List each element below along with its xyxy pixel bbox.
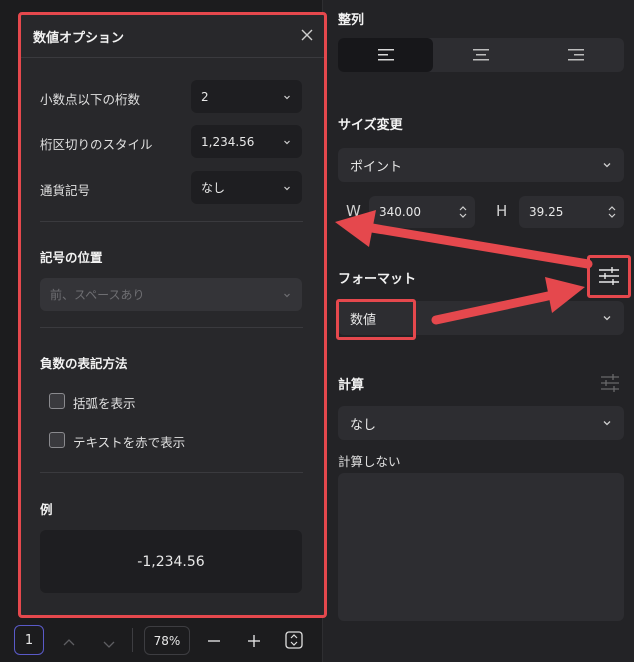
chevron-down-icon [284,186,290,190]
chevron-up-icon [63,639,75,646]
symbol-position-dropdown[interactable]: 前、スペースあり [40,278,302,311]
plus-icon [248,635,260,647]
zoom-in-button[interactable] [247,633,261,652]
arrow-head-right [545,277,585,313]
toolbar-divider [132,628,133,652]
arrow-to-dialog [367,223,593,269]
fit-page-button[interactable] [285,631,303,653]
example-value: -1,234.56 [137,553,205,570]
separator-value: 1,234.56 [201,134,255,149]
arrow-head-left [335,210,376,247]
next-page-button[interactable] [102,635,116,654]
currency-value: なし [201,181,226,195]
symbol-position-title: 記号の位置 [40,250,103,265]
zoom-level: 78% [153,633,181,648]
separator-dropdown[interactable]: 1,234.56 [191,125,302,158]
decimal-label: 小数点以下の桁数 [40,92,141,107]
currency-label: 通貨記号 [40,183,91,198]
separator-label: 桁区切りのスタイル [40,137,153,152]
section-divider [40,327,303,328]
paren-label: 括弧を表示 [73,396,136,411]
fit-page-icon [285,631,303,649]
paren-checkbox[interactable] [49,393,65,409]
chevron-down-icon [284,95,290,99]
page-number: 1 [24,632,34,648]
zoom-level-input[interactable]: 78% [144,626,190,655]
zoom-out-button[interactable] [207,633,221,652]
example-title: 例 [40,502,53,517]
red-text-checkbox[interactable] [49,432,65,448]
close-button[interactable] [299,27,315,43]
example-preview: -1,234.56 [40,530,302,593]
decimal-dropdown[interactable]: 2 [191,80,302,113]
currency-dropdown[interactable]: なし [191,171,302,204]
chevron-down-icon [103,641,115,648]
negative-title: 負数の表記方法 [40,356,128,371]
minus-icon [208,640,220,642]
symbol-position-value: 前、スペースあり [50,288,145,302]
prev-page-button[interactable] [62,633,76,652]
red-text-label: テキストを赤で表示 [73,435,186,450]
arrow-to-options [431,291,553,325]
section-divider [40,472,303,473]
chevron-down-icon [284,293,290,297]
decimal-value: 2 [201,89,209,104]
title-divider [21,57,324,58]
close-icon [301,29,313,41]
chevron-down-icon [284,140,290,144]
section-divider [40,221,303,222]
dialog-title: 数値オプション [33,31,125,46]
page-number-input[interactable]: 1 [14,625,44,655]
